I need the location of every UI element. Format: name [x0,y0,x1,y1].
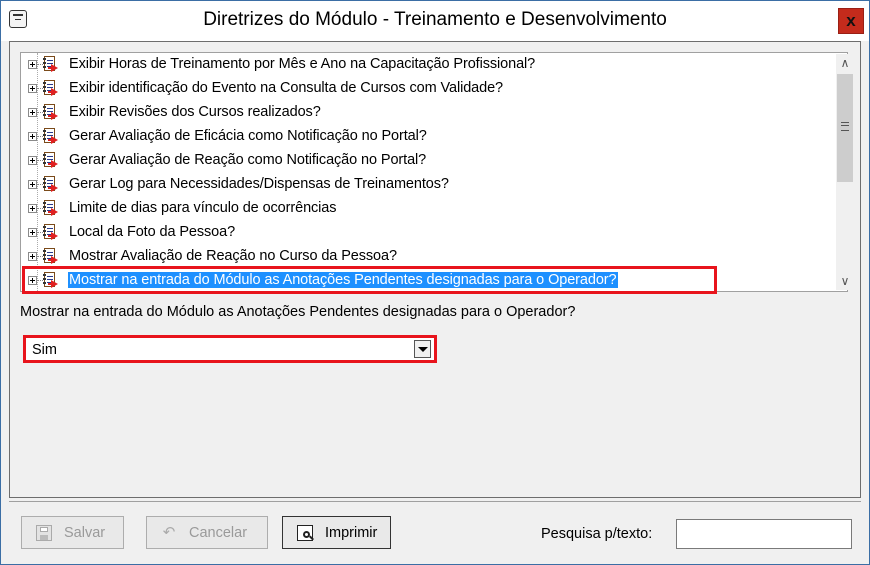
window-title: Diretrizes do Módulo - Treinamento e Des… [203,9,667,30]
tree-item-label: Local da Foto da Pessoa? [69,224,236,240]
expand-icon[interactable] [28,156,37,165]
dialog-window: Diretrizes do Módulo - Treinamento e Des… [0,0,870,565]
tree-item-label: Exibir identificação do Evento na Consul… [69,80,504,96]
title-bar: Diretrizes do Módulo - Treinamento e Des… [1,1,869,41]
tree-item[interactable]: Exibir Horas de Treinamento por Mês e An… [21,53,831,77]
scroll-grip-icon [841,122,849,131]
cancel-button[interactable]: ↶ Cancelar [146,516,268,549]
tree-item-label: Gerar Avaliação de Eficácia como Notific… [69,128,427,144]
scroll-up-icon[interactable]: ∧ [836,54,854,72]
directive-document-icon [43,224,58,241]
tree-item[interactable]: Exibir identificação do Evento na Consul… [21,77,831,101]
close-icon: x [846,11,856,30]
print-button[interactable]: Imprimir [282,516,391,549]
directive-value-select[interactable]: Sim [23,335,437,363]
directive-document-icon [43,56,58,73]
tree-item[interactable]: Gerar Avaliação de Eficácia como Notific… [21,125,831,149]
expand-icon[interactable] [28,204,37,213]
save-button[interactable]: Salvar [21,516,124,549]
directive-document-icon [43,128,58,145]
tree-item-label: Mostrar Avaliação de Reação no Curso da … [69,248,397,264]
search-input[interactable] [676,519,852,549]
directive-document-icon [43,248,58,265]
scroll-thumb[interactable] [837,74,853,182]
save-button-label: Salvar [64,525,106,541]
expand-icon[interactable] [28,132,37,141]
directive-document-icon [43,200,58,217]
tree-item-label: Gerar Avaliação de Reação como Notificaç… [69,152,427,168]
client-area: Exibir Horas de Treinamento por Mês e An… [9,41,861,498]
expand-icon[interactable] [28,252,37,261]
tree-item-label: Gerar Log para Necessidades/Dispensas de… [69,176,449,192]
undo-icon: ↶ [162,524,176,541]
close-button[interactable]: x [838,8,864,34]
tree-item-label: Exibir Revisões dos Cursos realizados? [69,104,321,120]
search-label: Pesquisa p/texto: [541,526,653,542]
directive-document-icon [43,176,58,193]
directive-document-icon [43,152,58,169]
expand-icon[interactable] [28,84,37,93]
dropdown-arrow-icon[interactable] [414,340,431,358]
expand-icon[interactable] [28,60,37,69]
bottom-toolbar: Salvar ↶ Cancelar Imprimir Pesquisa p/te… [9,501,861,560]
print-button-label: Imprimir [325,525,378,541]
tree-item-label: Limite de dias para vínculo de ocorrênci… [69,200,337,216]
tree-item-label: Exibir Horas de Treinamento por Mês e An… [69,56,536,72]
directives-tree[interactable]: Exibir Horas de Treinamento por Mês e An… [20,52,848,292]
tree-item[interactable]: Local da Foto da Pessoa? [21,221,831,245]
scroll-down-icon[interactable]: ∨ [836,272,854,290]
expand-icon[interactable] [28,108,37,117]
cancel-button-label: Cancelar [189,525,248,541]
directive-value: Sim [32,342,57,358]
selected-item-highlight-box [22,266,717,294]
expand-icon[interactable] [28,180,37,189]
directive-document-icon [43,104,58,121]
tree-item[interactable]: Gerar Avaliação de Reação como Notificaç… [21,149,831,173]
tree-item[interactable]: Limite de dias para vínculo de ocorrênci… [21,197,831,221]
print-preview-icon [297,525,313,541]
tree-item[interactable]: Exibir Revisões dos Cursos realizados? [21,101,831,125]
directive-question-label: Mostrar na entrada do Módulo as Anotaçõe… [20,304,576,320]
expand-icon[interactable] [28,228,37,237]
save-icon [36,525,52,541]
tree-vertical-scrollbar[interactable]: ∧ ∨ [836,54,854,290]
directive-document-icon [43,80,58,97]
tree-item[interactable]: Gerar Log para Necessidades/Dispensas de… [21,173,831,197]
